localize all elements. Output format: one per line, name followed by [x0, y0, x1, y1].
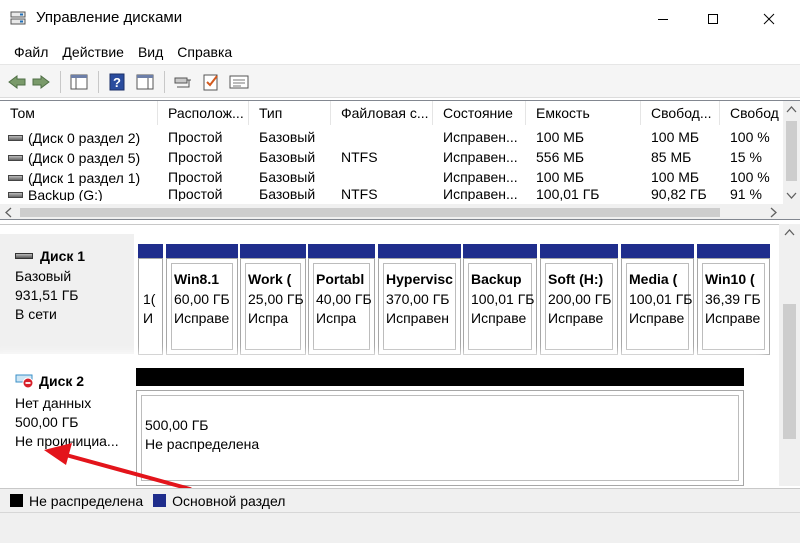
legend-swatch-unallocated: [10, 494, 23, 507]
annotation-arrow: [44, 443, 192, 491]
legend-label-primary: Основной раздел: [172, 492, 286, 509]
legend-swatch-primary: [153, 494, 167, 507]
legend: Не распределена Основной раздел: [0, 488, 800, 512]
legend-label-unallocated: Не распределена: [29, 492, 144, 509]
status-bar: [0, 512, 800, 543]
